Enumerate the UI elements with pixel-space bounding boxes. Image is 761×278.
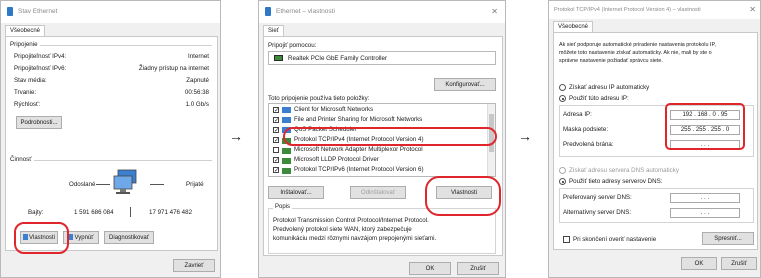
item-checkbox[interactable]: ✓ bbox=[273, 107, 279, 114]
window-title: Protokol TCP/IPv4 (Internet Protocol Ver… bbox=[554, 7, 701, 13]
alternate-dns-field[interactable]: . . . bbox=[670, 208, 740, 218]
manual-ip-radio[interactable] bbox=[559, 95, 566, 102]
bytes-received-value: 17 971 476 482 bbox=[149, 209, 193, 216]
arrow-2: → bbox=[518, 128, 532, 144]
highlight-ip-fields bbox=[665, 103, 745, 150]
close-icon[interactable]: ✕ bbox=[749, 5, 756, 14]
item-checkbox[interactable]: ✓ bbox=[273, 117, 279, 124]
highlight-properties-button bbox=[425, 176, 501, 216]
speed-value: 1.0 Gb/s bbox=[185, 101, 209, 108]
description-line-2: Predvolený protokol siete WAN, ktorý zab… bbox=[273, 226, 412, 233]
media-state-value: Zapnuté bbox=[186, 77, 209, 84]
ethernet-properties-window: Ethernet – vlastnosti ✕ Sieť Pripojiť po… bbox=[258, 0, 506, 278]
item-checkbox[interactable]: ✓ bbox=[273, 157, 279, 164]
auto-ip-radio[interactable] bbox=[559, 84, 566, 91]
preferred-dns-field[interactable]: . . . bbox=[670, 193, 740, 203]
gateway-label: Predvolená brána: bbox=[563, 141, 614, 148]
ipv4-value: Internet bbox=[188, 53, 209, 60]
adapter-name: Realtek PCIe GbE Family Controller bbox=[288, 55, 388, 62]
manual-ip-label[interactable]: Použiť túto adresu IP: bbox=[569, 95, 629, 102]
description-group-label: Popis bbox=[273, 204, 293, 210]
close-button[interactable]: Zavrieť bbox=[173, 259, 215, 272]
adapter-box: Realtek PCIe GbE Family Controller bbox=[268, 51, 496, 65]
configure-button[interactable]: Konfigurovať... bbox=[434, 78, 496, 91]
install-button[interactable]: Inštalovať... bbox=[268, 186, 324, 199]
list-item[interactable]: Client for Microsoft Networks bbox=[294, 106, 373, 113]
uninstall-button[interactable]: Odinštalovať bbox=[350, 186, 406, 199]
protocol-icon bbox=[282, 158, 291, 164]
network-icon bbox=[265, 7, 271, 16]
bytes-label: Bajty: bbox=[28, 209, 44, 216]
description-line-3: komunikáciu medzi rôznymi navzájom prepo… bbox=[273, 235, 437, 242]
window-title: Stav Ethernet bbox=[18, 8, 58, 15]
ipv4-label: Pripojiteľnosť IPv4: bbox=[14, 53, 67, 60]
bytes-sent-value: 1 591 686 084 bbox=[74, 209, 114, 216]
highlight-properties-button bbox=[14, 222, 69, 254]
details-button[interactable]: Podrobnosti... bbox=[16, 116, 62, 129]
highlight-ipv4-item bbox=[283, 127, 497, 146]
preferred-dns-label: Preferovaný server DNS: bbox=[563, 194, 632, 201]
auto-ip-label[interactable]: Získať adresu IP automaticky bbox=[569, 84, 649, 91]
protocol-icon bbox=[282, 168, 291, 174]
media-state-label: Stav média: bbox=[14, 77, 47, 84]
list-item[interactable]: Protokol TCP/IPv6 (Internet Protocol Ver… bbox=[294, 166, 424, 173]
item-checkbox[interactable] bbox=[273, 147, 279, 153]
ipv6-value: Žiadny prístup na internet bbox=[138, 65, 209, 72]
network-icon bbox=[7, 7, 13, 16]
ok-button[interactable]: OK bbox=[409, 262, 451, 275]
network-activity-icon bbox=[113, 169, 137, 194]
received-label: Prijaté bbox=[186, 181, 204, 188]
window-title: Ethernet – vlastnosti bbox=[276, 8, 335, 15]
auto-dns-radio[interactable] bbox=[559, 167, 566, 174]
title-bar: Protokol TCP/IPv4 (Internet Protocol Ver… bbox=[549, 1, 760, 19]
shield-icon bbox=[68, 234, 74, 241]
adapter-icon bbox=[274, 55, 283, 61]
ethernet-status-window: Stav Ethernet Všeobecné Pripojenie Pripo… bbox=[0, 0, 221, 278]
intro-line-2: môžete toto nastavenie získať automatick… bbox=[559, 50, 712, 56]
list-item[interactable]: File and Printer Sharing for Microsoft N… bbox=[294, 116, 422, 123]
cancel-button[interactable]: Zrušiť bbox=[457, 262, 499, 275]
subnet-mask-label: Maska podsiete: bbox=[563, 126, 609, 133]
network-panel: Pripojiť pomocou: Realtek PCIe GbE Famil… bbox=[263, 36, 503, 256]
ip-address-label: Adresa IP: bbox=[563, 111, 592, 118]
disable-button-label: Vypnúť bbox=[74, 235, 94, 241]
intro-line-3: správne nastavenie požiadať správcu siet… bbox=[559, 58, 663, 64]
general-panel: Pripojenie Pripojiteľnosť IPv4: Internet… bbox=[5, 36, 218, 251]
description-line-1: Protokol Transmission Control Protocol/I… bbox=[273, 217, 429, 224]
duration-label: Trvanie: bbox=[14, 89, 37, 96]
validate-label[interactable]: Pri skončení overiť nastavenie bbox=[573, 236, 656, 243]
alternate-dns-label: Alternatívny server DNS: bbox=[563, 209, 632, 216]
arrow-1: → bbox=[229, 128, 243, 144]
list-item[interactable]: Microsoft Network Adapter Multiplexor Pr… bbox=[294, 146, 423, 153]
ok-button[interactable]: OK bbox=[681, 257, 717, 270]
speed-label: Rýchlosť: bbox=[14, 101, 41, 108]
intro-line-1: Ak sieť podporuje automatické priradenie… bbox=[559, 42, 716, 48]
item-checkbox[interactable]: ✓ bbox=[273, 127, 279, 134]
connection-group-label: Pripojenie bbox=[10, 41, 38, 48]
connect-using-label: Pripojiť pomocou: bbox=[268, 42, 317, 49]
title-bar: Stav Ethernet bbox=[1, 1, 220, 23]
diagnose-button[interactable]: Diagnostikovať bbox=[104, 231, 154, 244]
items-label: Toto pripojenie používa tieto položky: bbox=[268, 95, 370, 102]
cancel-button[interactable]: Zrušiť bbox=[721, 257, 757, 270]
manual-dns-label[interactable]: Použiť tieto adresy serverov DNS: bbox=[569, 178, 662, 185]
item-checkbox[interactable]: ✓ bbox=[273, 167, 279, 174]
close-icon[interactable]: ✕ bbox=[491, 7, 498, 16]
duration-value: 00:56:38 bbox=[184, 89, 209, 96]
client-icon bbox=[282, 107, 291, 113]
manual-dns-radio[interactable] bbox=[559, 178, 566, 185]
auto-dns-label[interactable]: Získať adresu servera DNS automaticky bbox=[569, 167, 679, 174]
validate-checkbox[interactable] bbox=[563, 236, 570, 243]
protocol-icon bbox=[282, 148, 291, 154]
service-icon bbox=[282, 117, 291, 123]
activity-group-label: Činnosť bbox=[10, 156, 32, 163]
sent-label: Odoslané bbox=[69, 181, 96, 188]
title-bar: Ethernet – vlastnosti ✕ bbox=[259, 1, 505, 23]
list-item[interactable]: Microsoft LLDP Protocol Driver bbox=[294, 156, 379, 163]
item-checkbox[interactable]: ✓ bbox=[273, 137, 279, 144]
ipv6-label: Pripojiteľnosť IPv6: bbox=[14, 65, 67, 72]
advanced-button[interactable]: Spresniť... bbox=[702, 232, 754, 245]
